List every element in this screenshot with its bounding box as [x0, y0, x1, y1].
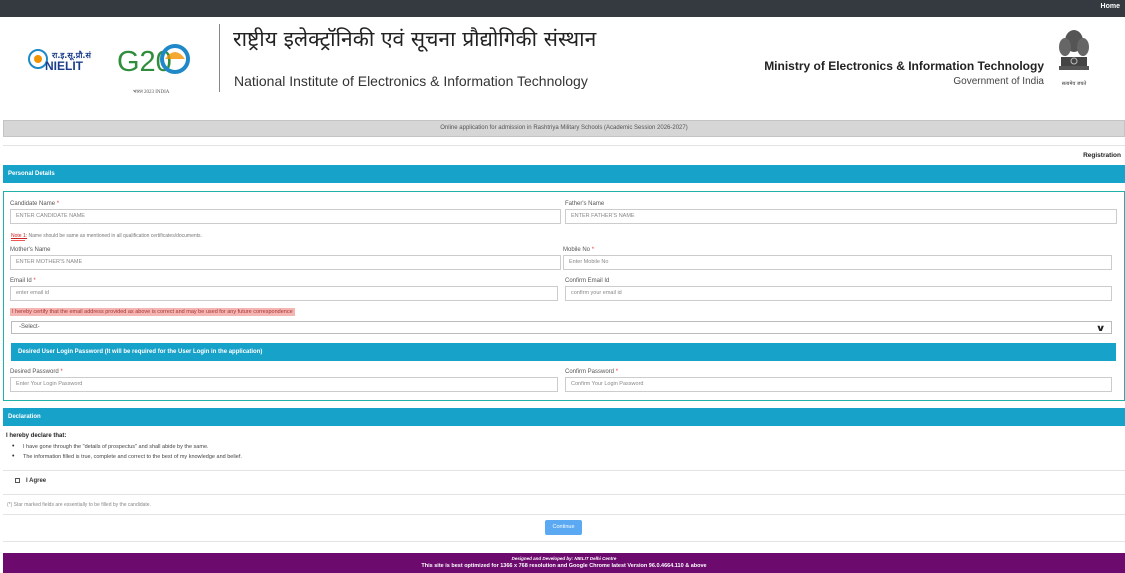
star-note: (*) Star marked fields are essentially t…	[7, 502, 151, 508]
declaration-header: Declaration	[3, 408, 1125, 426]
declaration-item: I have gone through the "details of pros…	[12, 443, 242, 450]
divider	[3, 470, 1125, 471]
admission-banner: Online application for admission in Rash…	[3, 120, 1125, 137]
password-label: Desired Password *	[10, 369, 63, 375]
nielit-g20-logo: रा.इ.सू.प्रौ.सं NIELIT G20 भारत 2023 IND…	[28, 44, 190, 95]
agree-row: I Agree	[15, 478, 46, 484]
site-footer: Designed and Developed by: NIELIT Delhi …	[3, 553, 1125, 573]
declaration-title: I hereby declare that:	[6, 433, 67, 439]
institute-name-english: National Institute of Electronics & Info…	[234, 73, 588, 89]
registration-label: Registration	[1083, 152, 1121, 159]
ministry-name: Ministry of Electronics & Information Te…	[764, 59, 1044, 73]
email-label: Email Id *	[10, 278, 36, 284]
continue-button[interactable]: Continue	[545, 520, 582, 535]
declaration-list: I have gone through the "details of pros…	[12, 443, 242, 464]
agree-checkbox[interactable]	[15, 478, 20, 483]
emblem-motto: सत्यमेव जयते	[1062, 80, 1087, 87]
fathers-name-input[interactable]: ENTER FATHER'S NAME	[565, 209, 1117, 224]
registration-row: Registration	[3, 145, 1125, 163]
mobile-input[interactable]: Enter Mobile No	[563, 255, 1112, 270]
agree-label: I Agree	[26, 478, 47, 485]
select-value: -Select-	[19, 324, 40, 330]
note-underline	[11, 240, 25, 241]
fathers-name-label: Father's Name	[565, 201, 605, 207]
confirm-email-label: Confirm Email Id	[565, 278, 610, 284]
confirm-email-input[interactable]: confirm your email id	[565, 286, 1112, 301]
divider	[3, 514, 1125, 515]
password-input[interactable]: Enter Your Login Password	[10, 377, 558, 392]
logo-g20-tagline: भारत 2023 INDIA	[133, 89, 170, 95]
footer-credit: Designed and Developed by: NIELIT Delhi …	[511, 556, 617, 561]
government-name: Government of India	[953, 76, 1044, 87]
confirm-password-label: Confirm Password *	[565, 369, 619, 375]
mothers-name-label: Mother's Name	[10, 247, 51, 253]
personal-details-header: Personal Details	[3, 165, 1125, 183]
password-section-header: Desired User Login Password (It will be …	[11, 343, 1116, 361]
header-divider	[219, 24, 220, 92]
candidate-name-label: Candidate Name *	[10, 201, 60, 207]
email-certify-text: I hereby certify that the email address …	[10, 308, 295, 316]
divider	[3, 494, 1125, 495]
divider	[3, 541, 1125, 542]
confirm-password-input[interactable]: Confirm Your Login Password	[565, 377, 1112, 392]
candidate-name-input[interactable]: ENTER CANDIDATE NAME	[10, 209, 561, 224]
footer-browser-note: This site is best optimized for 1366 x 7…	[421, 563, 707, 569]
mobile-label: Mobile No *	[563, 247, 595, 253]
mothers-name-input[interactable]: ENTER MOTHER'S NAME	[10, 255, 561, 270]
name-note: Note 1: Name should be same as mentioned…	[11, 233, 202, 239]
logo-brand: NIELIT	[45, 59, 84, 73]
email-input[interactable]: enter email id	[10, 286, 558, 301]
category-select[interactable]: -Select- ∨	[11, 321, 1112, 334]
institute-name-hindi: राष्ट्रीय इलेक्ट्रॉनिकी एवं सूचना प्रौद्…	[233, 27, 597, 51]
chevron-down-icon: ∨	[1095, 323, 1106, 333]
home-link[interactable]: Home	[1101, 3, 1120, 10]
declaration-item: The information filled is true, complete…	[12, 453, 242, 460]
personal-details-panel: Candidate Name * ENTER CANDIDATE NAME Fa…	[3, 191, 1125, 401]
top-navbar: Home	[0, 0, 1125, 17]
national-emblem-icon: सत्यमेव जयते	[1059, 30, 1089, 87]
